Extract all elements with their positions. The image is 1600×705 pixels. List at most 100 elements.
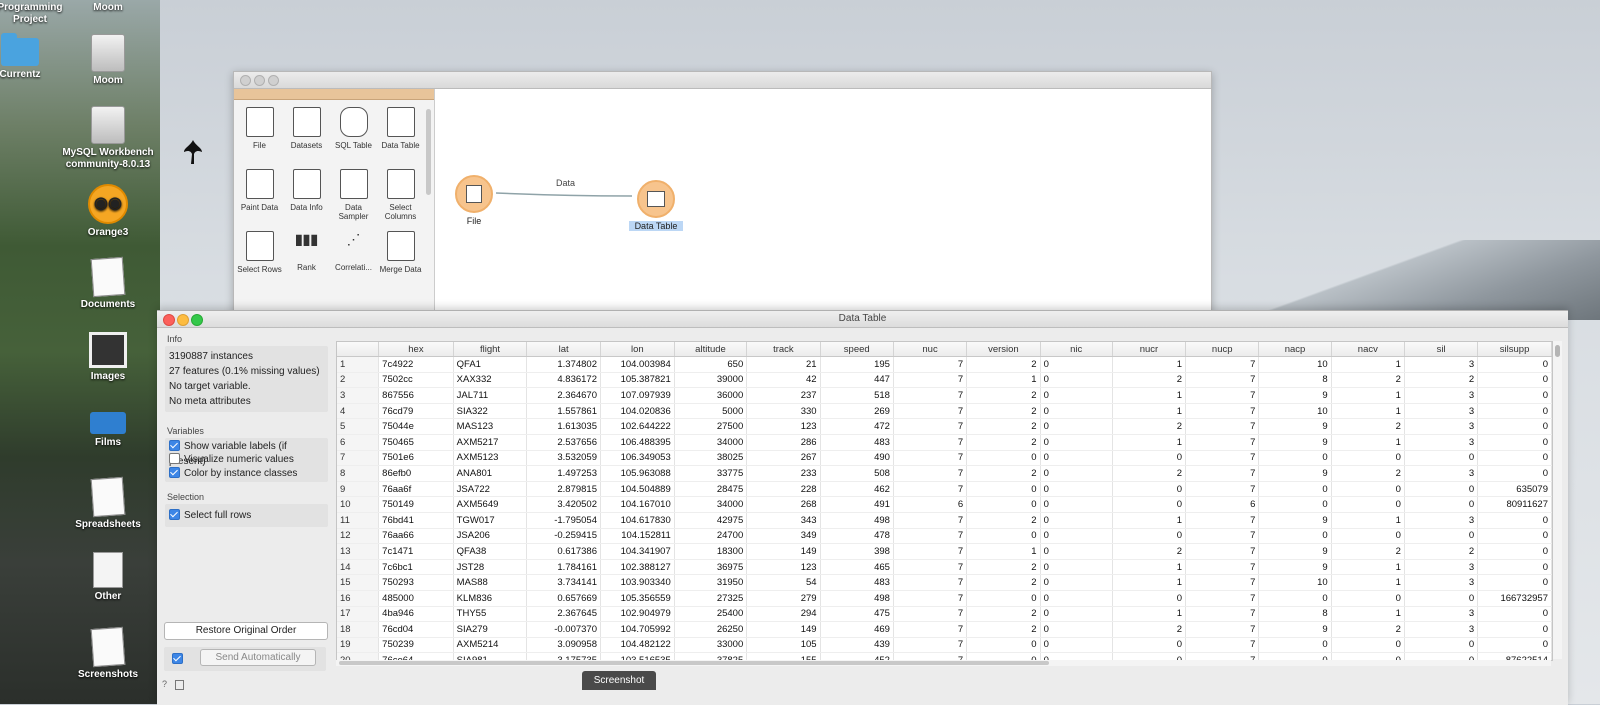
row-index[interactable]: 13 [337,543,380,560]
table-cell[interactable]: 104.020836 [600,403,675,420]
table-cell[interactable]: 1.557861 [526,403,601,420]
table-cell[interactable]: 7 [1185,637,1260,654]
table-cell[interactable]: 106.349053 [600,450,675,467]
table-row[interactable]: 4 76cd79 SIA322 1.557861 104.020836 5000 330 26… [337,403,1552,420]
table-cell[interactable]: AXM5649 [453,496,528,513]
table-cell[interactable]: 8 [1258,606,1332,623]
column-header-nacv[interactable]: nacv [1331,342,1405,357]
node-data-table[interactable]: Data Table [629,180,683,231]
table-cell[interactable]: KLM836 [453,590,528,607]
table-cell[interactable]: 2 [966,434,1041,451]
table-cell[interactable]: 0 [1258,450,1332,467]
table-cell[interactable]: 491 [820,496,894,513]
table-cell[interactable]: 1.784161 [526,559,601,576]
table-cell[interactable]: 2.364670 [526,387,601,404]
table-row[interactable]: 6 750465 AXM5217 2.537656 106.488395 34000 286… [337,434,1552,451]
table-cell[interactable]: 1 [1112,403,1187,420]
checkbox-checked-icon[interactable] [172,653,183,664]
desktop-icon-moom[interactable]: Moom [58,34,158,87]
table-cell[interactable]: 102.904979 [600,606,675,623]
table-cell[interactable]: 1 [1112,356,1187,373]
table-cell[interactable]: 123 [746,559,821,576]
table-cell[interactable]: 9 [1258,387,1332,404]
table-row[interactable]: 8 86efb0 ANA801 1.497253 105.963088 33775 233 5… [337,465,1552,482]
table-cell[interactable]: 105 [746,637,821,654]
table-cell[interactable]: 105.356559 [600,590,675,607]
desktop-icon-screenshots[interactable]: Screenshots [58,626,158,681]
table-cell[interactable]: AXM5214 [453,637,528,654]
table-cell[interactable]: 7 [893,606,968,623]
visualize-numeric-option[interactable]: Visualize numeric values [169,453,324,466]
table-cell[interactable]: 0 [1112,450,1187,467]
table-cell[interactable]: 233 [746,465,821,482]
table-cell[interactable]: 2 [1331,465,1405,482]
zoom-icon[interactable] [191,314,203,326]
table-cell[interactable]: 1 [966,543,1041,560]
table-cell[interactable]: 76aa66 [378,528,454,545]
table-cell[interactable]: 750293 [378,574,454,591]
table-cell[interactable]: 7 [1185,528,1260,545]
table-cell[interactable]: -1.795054 [526,512,601,529]
table-cell[interactable]: 36975 [674,559,748,576]
table-cell[interactable]: 7 [893,512,968,529]
table-cell[interactable]: 508 [820,465,894,482]
table-cell[interactable]: 750149 [378,496,454,513]
table-cell[interactable]: 1.374802 [526,356,601,373]
row-index[interactable]: 9 [337,481,380,498]
row-index[interactable]: 12 [337,528,380,545]
table-cell[interactable]: 7 [1185,418,1260,435]
desktop-icon-films[interactable]: Films [58,412,158,449]
table-cell[interactable]: 0 [1040,574,1113,591]
table-cell[interactable]: AXM5217 [453,434,528,451]
link-label[interactable]: Data [556,178,575,188]
table-cell[interactable]: 7 [1185,559,1260,576]
table-cell[interactable]: 26250 [674,621,748,638]
table-cell[interactable]: 0 [1040,528,1113,545]
table-cell[interactable]: 2 [1112,543,1187,560]
table-row[interactable]: 12 76aa66 JSA206 -0.259415 104.152811 24700 34… [337,528,1552,545]
row-index[interactable]: 18 [337,621,380,638]
table-cell[interactable]: 750465 [378,434,454,451]
table-cell[interactable]: 3 [1404,606,1479,623]
table-cell[interactable]: 104.482122 [600,637,675,654]
table-cell[interactable]: 867556 [378,387,454,404]
table-cell[interactable]: 0 [1477,356,1552,373]
table-row[interactable]: 1 7c4922 QFA1 1.374802 104.003984 650 21 195 7 2 0… [337,356,1552,373]
table-cell[interactable]: 465 [820,559,894,576]
desktop-icon-documents[interactable]: Documents [58,256,158,311]
column-header-nic[interactable]: nic [1040,342,1113,357]
table-cell[interactable]: 9 [1258,418,1332,435]
table-cell[interactable]: 76cd79 [378,403,454,420]
table-cell[interactable]: 33775 [674,465,748,482]
table-cell[interactable]: 7 [1185,574,1260,591]
column-header-nucp[interactable]: nucp [1185,342,1260,357]
table-cell[interactable]: 149 [746,543,821,560]
table-cell[interactable]: 0 [1040,465,1113,482]
table-cell[interactable]: 472 [820,418,894,435]
table-cell[interactable]: 2 [966,403,1041,420]
table-cell[interactable]: 2.537656 [526,434,601,451]
select-full-rows-option[interactable]: Select full rows [169,508,324,523]
table-cell[interactable]: 0 [1040,450,1113,467]
table-cell[interactable]: 3.420502 [526,496,601,513]
table-cell[interactable]: 0 [1258,528,1332,545]
table-cell[interactable]: 447 [820,372,894,389]
table-cell[interactable]: 2 [966,465,1041,482]
table-row[interactable]: 10 750149 AXM5649 3.420502 104.167010 34000 26… [337,496,1552,513]
table-cell[interactable]: 7 [893,387,968,404]
table-cell[interactable]: 0 [1040,418,1113,435]
table-cell[interactable]: 0 [1040,590,1113,607]
table-cell[interactable]: 2 [966,418,1041,435]
node-file[interactable]: File [455,175,493,226]
table-cell[interactable]: 0 [1331,590,1405,607]
table-cell[interactable]: 7 [1185,543,1260,560]
table-cell[interactable]: 0 [1112,528,1187,545]
row-index[interactable]: 16 [337,590,380,607]
table-cell[interactable]: 9 [1258,559,1332,576]
table-cell[interactable]: 7 [893,621,968,638]
table-cell[interactable]: JAL711 [453,387,528,404]
table-cell[interactable]: 7 [1185,434,1260,451]
table-row[interactable]: 18 76cd04 SIA279 -0.007370 104.705992 26250 14… [337,621,1552,638]
table-cell[interactable]: 0 [1258,481,1332,498]
column-header-nucr[interactable]: nucr [1112,342,1187,357]
